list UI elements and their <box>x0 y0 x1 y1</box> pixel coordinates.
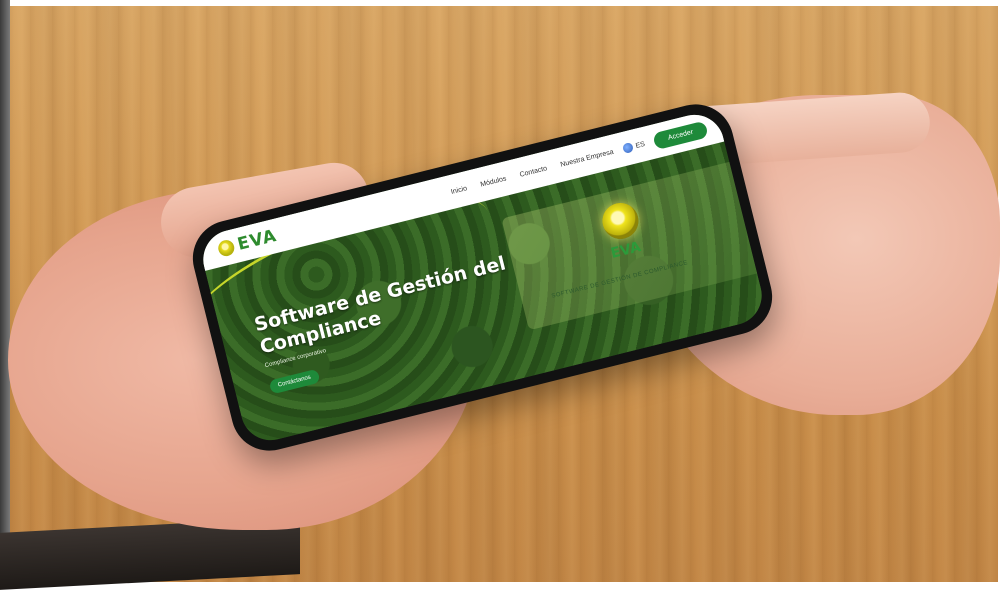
nav-item-inicio[interactable]: Inicio <box>450 185 468 196</box>
nav-item-nuestra-empresa[interactable]: Nuestra Empresa <box>560 148 615 168</box>
left-edge-shadow <box>0 0 10 582</box>
nav-item-modulos[interactable]: Módulos <box>480 175 507 188</box>
contact-button[interactable]: Contáctanos <box>268 368 321 395</box>
site-logo[interactable]: EVA <box>216 226 279 260</box>
language-selector[interactable]: ES <box>621 139 646 155</box>
language-label: ES <box>634 140 646 150</box>
logo-text: EVA <box>235 225 279 255</box>
globe-icon <box>621 141 635 155</box>
access-button[interactable]: Acceder <box>652 120 709 150</box>
nav-item-contacto[interactable]: Contacto <box>519 165 548 179</box>
logo-ball-icon <box>216 238 236 258</box>
